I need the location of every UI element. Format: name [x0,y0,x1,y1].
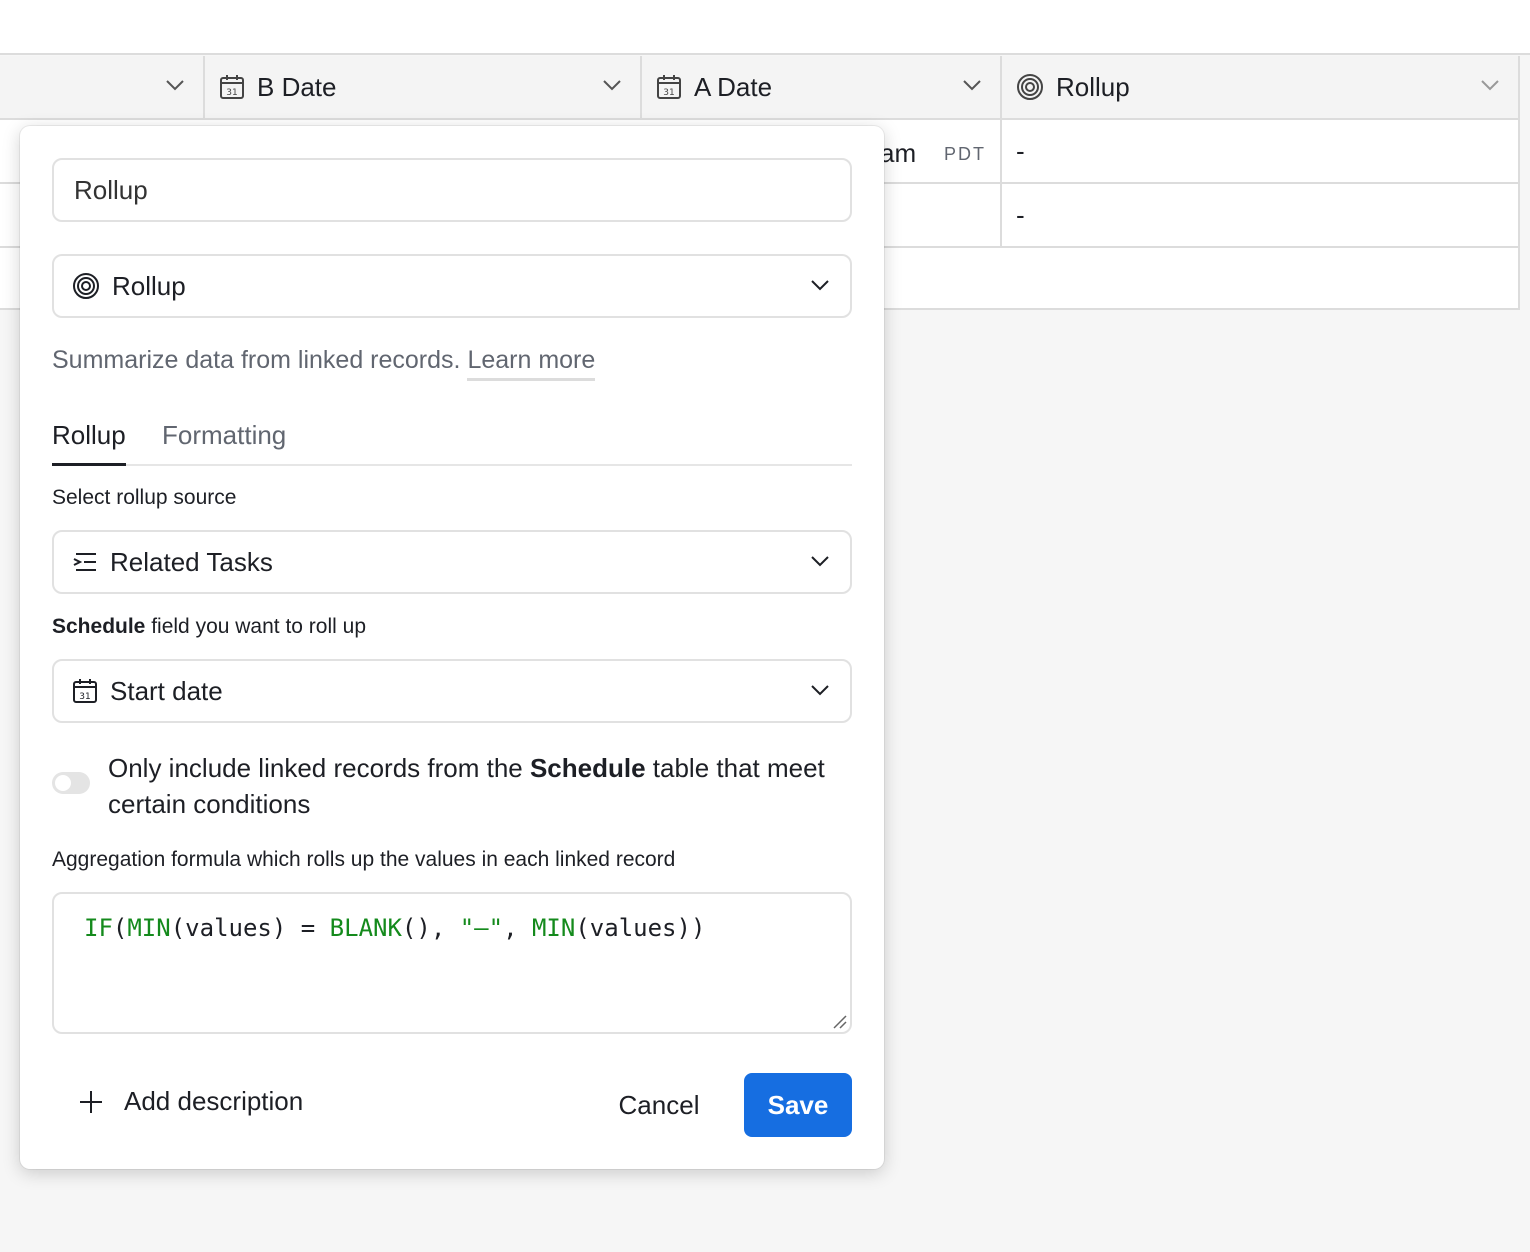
calendar-icon: 31 [73,679,97,703]
tab-rollup[interactable]: Rollup [52,420,126,466]
timezone-label: PDT [944,144,986,164]
column-label: B Date [257,71,337,102]
config-tabs: Rollup Formatting [52,420,852,466]
toggle-knob [55,775,71,791]
field-config-panel: Rollup Rollup Summarize data from linked… [20,126,884,1169]
svg-text:31: 31 [226,88,237,98]
chevron-down-icon [811,556,829,567]
chevron-down-icon [811,280,829,291]
chevron-down-icon[interactable] [165,78,185,92]
resize-handle-icon[interactable] [830,1012,848,1030]
plus-icon [80,1090,102,1113]
column-header-rollup[interactable]: Rollup [1002,56,1520,118]
rollup-field-select[interactable]: 31 Start date [52,659,852,723]
calendar-icon: 31 [220,75,244,99]
chevron-down-icon[interactable] [962,78,982,92]
svg-text:31: 31 [663,88,674,98]
toolbar-area [0,0,1530,55]
formula-text: IF(MIN(values) = BLANK(), "–", MIN(value… [84,914,706,942]
learn-more-link[interactable]: Learn more [467,346,596,381]
chevron-down-icon [811,685,829,696]
calendar-icon: 31 [657,75,681,99]
grid-header: 31 B Date 31 A Date Rollup [0,56,1520,120]
rollup-field-label: Schedule field you want to roll up [52,615,366,638]
column-label: Rollup [1056,71,1130,102]
aggregation-formula-editor[interactable]: IF(MIN(values) = BLANK(), "–", MIN(value… [52,892,852,1034]
chevron-down-icon[interactable] [602,78,622,92]
rollup-source-select[interactable]: Related Tasks [52,530,852,594]
field-type-select[interactable]: Rollup [52,254,852,318]
linked-records-icon [73,553,96,571]
column-header-a-date[interactable]: 31 A Date [642,56,1002,118]
svg-text:31: 31 [79,692,90,702]
rollup-source-label: Select rollup source [52,486,237,509]
tab-formatting[interactable]: Formatting [162,420,286,466]
cell-value: am [880,138,917,168]
add-description-button[interactable]: Add description [78,1086,303,1117]
chevron-down-icon[interactable] [1480,78,1500,92]
rollup-spiral-icon [73,273,99,299]
field-type-description: Summarize data from linked records. Lear… [52,346,596,381]
cancel-button[interactable]: Cancel [604,1074,714,1136]
conditions-toggle[interactable] [52,772,90,794]
column-header-unnamed[interactable] [0,56,205,118]
rollup-cell-value: - [1016,200,1025,230]
field-name-input[interactable]: Rollup [52,158,852,222]
column-label: A Date [694,71,773,102]
conditions-toggle-label: Only include linked records from the Sch… [108,753,825,819]
save-button[interactable]: Save [744,1073,852,1137]
rollup-cell-value: - [1016,136,1025,166]
aggregation-formula-label: Aggregation formula which rolls up the v… [52,848,676,871]
rollup-spiral-icon [1017,74,1043,100]
column-header-b-date[interactable]: 31 B Date [205,56,642,118]
grid-edge [1518,56,1520,310]
